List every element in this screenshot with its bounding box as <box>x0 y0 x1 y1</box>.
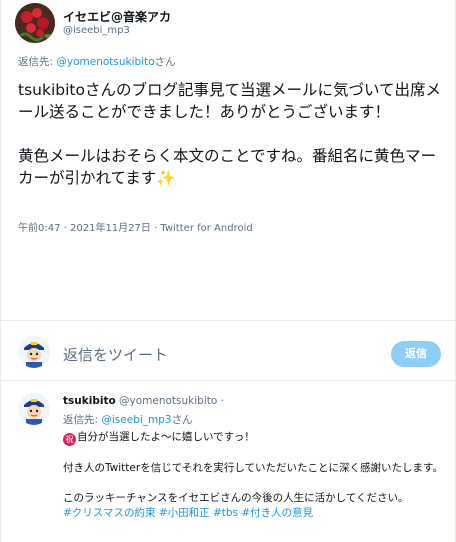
tweet-timestamp-source[interactable]: 午前0:47 · 2021年11月27日 · Twitter for Andro… <box>18 219 253 234</box>
author-avatar[interactable] <box>15 3 55 43</box>
reply-reply-to-handle-link[interactable]: @iseebi_mp3 <box>101 414 171 426</box>
author-handle[interactable]: @iseebi_mp3 <box>63 25 130 36</box>
divider <box>1 320 456 321</box>
reply-line-2: 付き人のTwitterを信じてそれを実行していただいたことに深く感謝いたします。 <box>63 462 444 474</box>
author-name[interactable]: イセエビ@音楽アカ <box>63 8 171 25</box>
sparkles-icon: ✨ <box>156 169 176 187</box>
reply-line-3: このラッキーチャンスをイセエビさんの今後の人生に活かしてください。 <box>63 492 409 504</box>
reply-author-avatar[interactable] <box>18 393 50 425</box>
tweet-text-paragraph-1: tsukibitoさんのブログ記事見て当選メールに気づいて出席メール送ることがで… <box>18 81 442 121</box>
reply-author-name[interactable]: tsukibito <box>63 395 116 407</box>
reply-to-line: 返信先: @yomenotsukibitoさん <box>18 54 176 69</box>
character-avatar-icon <box>18 393 50 425</box>
reply-line-1-text: 自分が当選したよ〜に嬉しいですっ！ <box>77 431 255 443</box>
divider <box>1 380 456 381</box>
tweet-detail-page: イセエビ@音楽アカ @iseebi_mp3 返信先: @yomenotsukib… <box>0 0 456 542</box>
reply-to-suffix: さん <box>154 56 176 68</box>
reply-composer-input[interactable]: 返信をツイート <box>63 344 168 365</box>
congratulations-icon: 祝 <box>63 433 76 446</box>
composer-avatar <box>18 336 50 368</box>
reply-reply-to-label: 返信先: <box>63 414 102 426</box>
rose-avatar-image <box>15 3 55 43</box>
character-avatar-icon <box>18 336 50 368</box>
tweet-text: tsukibitoさんのブログ記事見て当選メールに気づいて出席メール送ることがで… <box>18 79 448 189</box>
reply-reply-to-line: 返信先: @iseebi_mp3さん <box>63 412 193 427</box>
reply-to-label: 返信先: <box>18 56 57 68</box>
reply-hashtags[interactable]: #クリスマスの約束 #小田和正 #tbs #付き人の意見 <box>63 506 448 521</box>
reply-reply-to-suffix: さん <box>171 414 193 426</box>
reply-line-1: 祝自分が当選したよ〜に嬉しいですっ！ <box>63 430 448 446</box>
reply-to-handle-link[interactable]: @yomenotsukibito <box>56 56 154 68</box>
tweet-text-paragraph-2-text: 黄色メールはおそらく本文のことですね。番組名に黄色マーカーが引かれてます <box>18 147 437 187</box>
reply-tweet-text: 祝自分が当選したよ〜に嬉しいですっ！ 付き人のTwitterを信じてそれを実行し… <box>63 430 448 521</box>
reply-author-handle[interactable]: @yomenotsukibito · <box>119 395 224 407</box>
reply-author-line: tsukibito @yomenotsukibito · <box>63 395 224 407</box>
tweet-text-paragraph-2: 黄色メールはおそらく本文のことですね。番組名に黄色マーカーが引かれてます✨ <box>18 145 448 189</box>
reply-submit-button[interactable]: 返信 <box>391 341 441 367</box>
